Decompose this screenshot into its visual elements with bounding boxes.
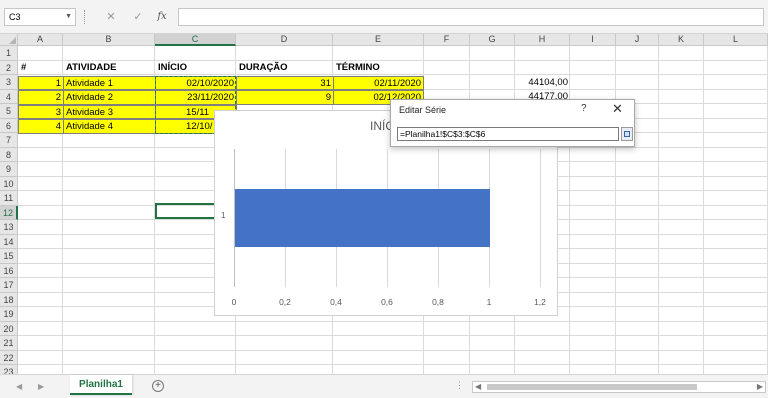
series-values-input[interactable]: =Planilha1!$C$3:$C$6 (397, 127, 619, 141)
cell-duracao[interactable]: 31 (236, 75, 334, 90)
formula-bar: C3 ▼ ✕ ✓ fx (0, 0, 768, 34)
horizontal-scrollbar[interactable]: ◀ ▶ (472, 381, 766, 393)
cell-duracao[interactable]: 9 (236, 90, 334, 105)
cell-id[interactable]: 2 (18, 90, 64, 105)
row-header-3[interactable]: 3 (0, 75, 18, 90)
name-box-value: C3 (9, 12, 21, 22)
chart-bar[interactable] (235, 189, 490, 247)
chart-x-tick-label: 0,2 (279, 297, 291, 307)
column-header-d[interactable]: D (236, 34, 333, 46)
collapse-dialog-button[interactable] (621, 127, 633, 141)
column-header-a[interactable]: A (18, 34, 63, 46)
select-all-icon (9, 37, 16, 44)
cell-h3[interactable]: 44104,00 (510, 76, 570, 91)
scroll-tabs-right-icon[interactable]: ▶ (38, 382, 44, 391)
row-header-14[interactable]: 14 (0, 234, 18, 249)
cell-termino[interactable]: 02/11/2020 (333, 75, 424, 90)
cell-atividade[interactable]: Atividade 4 (63, 119, 156, 134)
row-header-12[interactable]: 12 (0, 205, 18, 220)
row-header-20[interactable]: 20 (0, 321, 18, 336)
tab-splitter-icon[interactable]: ⋮ (455, 380, 464, 391)
gridline (615, 46, 616, 374)
column-header-c[interactable]: C (155, 34, 236, 46)
header-termino[interactable]: TÉRMINO (334, 61, 422, 76)
column-header-f[interactable]: F (424, 34, 470, 46)
row-header-21[interactable]: 21 (0, 336, 18, 351)
header-duracao[interactable]: DURAÇÃO (237, 61, 333, 76)
column-header-g[interactable]: G (470, 34, 515, 46)
chart-x-tick-label: 0,6 (381, 297, 393, 307)
row-header-8[interactable]: 8 (0, 147, 18, 162)
cell-atividade[interactable]: Atividade 1 (63, 75, 156, 90)
range-selector-icon (624, 131, 630, 137)
row-header-7[interactable]: 7 (0, 133, 18, 148)
chart-x-tick-label: 0 (231, 297, 237, 307)
scroll-tabs-left-icon[interactable]: ◀ (16, 382, 22, 391)
scroll-right-icon[interactable]: ▶ (757, 382, 763, 392)
chart-category-label: 1 (221, 211, 226, 220)
row-header-10[interactable]: 10 (0, 176, 18, 191)
chart-x-tick-label: 1 (486, 297, 492, 307)
formula-bar-divider (84, 10, 87, 24)
scrollbar-thumb[interactable] (487, 384, 697, 390)
gridline (658, 46, 659, 374)
add-sheet-icon[interactable]: + (152, 380, 164, 392)
close-icon[interactable]: ✕ (612, 101, 623, 117)
cell-atividade[interactable]: Atividade 2 (63, 90, 156, 105)
cell-id[interactable]: 3 (18, 104, 64, 119)
sheet-tab-bar: ◀ ▶ Planilha1 + ⋮ ◀ ▶ (0, 374, 768, 398)
dialog-title: Editar Série (399, 105, 447, 115)
column-header-i[interactable]: I (570, 34, 616, 46)
header-inicio[interactable]: INÍCIO (156, 61, 234, 76)
column-header-h[interactable]: H (515, 34, 570, 46)
row-header-5[interactable]: 5 (0, 104, 18, 119)
row-header-4[interactable]: 4 (0, 89, 18, 104)
enter-icon[interactable]: ✓ (128, 8, 148, 26)
row-header-6[interactable]: 6 (0, 118, 18, 133)
scroll-left-icon[interactable]: ◀ (475, 382, 481, 392)
insert-function-icon[interactable]: fx (152, 8, 172, 26)
gridline (18, 364, 768, 365)
edit-series-dialog: Editar Série ? ✕ =Planilha1!$C$3:$C$6 (390, 99, 635, 147)
cancel-icon[interactable]: ✕ (101, 8, 121, 26)
chart-gridline (540, 149, 541, 287)
chevron-down-icon[interactable]: ▼ (65, 9, 72, 25)
column-header-b[interactable]: B (63, 34, 155, 46)
row-header-15[interactable]: 15 (0, 249, 18, 264)
column-header-j[interactable]: J (616, 34, 659, 46)
row-header-2[interactable]: 2 (0, 60, 18, 75)
column-header-l[interactable]: L (704, 34, 768, 46)
row-header-9[interactable]: 9 (0, 162, 18, 177)
cell-id[interactable]: 4 (18, 119, 64, 134)
row-header-1[interactable]: 1 (0, 46, 18, 61)
chart-x-tick-label: 0,8 (432, 297, 444, 307)
row-header-11[interactable]: 11 (0, 191, 18, 206)
row-header-17[interactable]: 17 (0, 278, 18, 293)
row-header-19[interactable]: 19 (0, 307, 18, 322)
gridline (18, 335, 768, 336)
chart-x-tick-label: 1,2 (534, 297, 546, 307)
row-header-13[interactable]: 13 (0, 220, 18, 235)
column-header-k[interactable]: K (659, 34, 704, 46)
sheet-tab-planilha1[interactable]: Planilha1 (70, 375, 132, 395)
gridline (703, 46, 704, 374)
column-header-e[interactable]: E (333, 34, 424, 46)
cell-atividade[interactable]: Atividade 3 (63, 104, 156, 119)
header-id[interactable]: # (19, 61, 63, 76)
row-header-22[interactable]: 22 (0, 350, 18, 365)
cell-id[interactable]: 1 (18, 75, 64, 90)
row-header-16[interactable]: 16 (0, 263, 18, 278)
row-header-18[interactable]: 18 (0, 292, 18, 307)
formula-input[interactable] (178, 8, 764, 26)
name-box[interactable]: C3 ▼ (4, 8, 76, 26)
gridline (18, 349, 768, 351)
chart-x-tick-label: 0,4 (330, 297, 342, 307)
header-atividade[interactable]: ATIVIDADE (64, 61, 154, 76)
select-all-corner[interactable] (0, 34, 18, 46)
help-icon[interactable]: ? (581, 103, 587, 114)
gridline (18, 320, 768, 322)
